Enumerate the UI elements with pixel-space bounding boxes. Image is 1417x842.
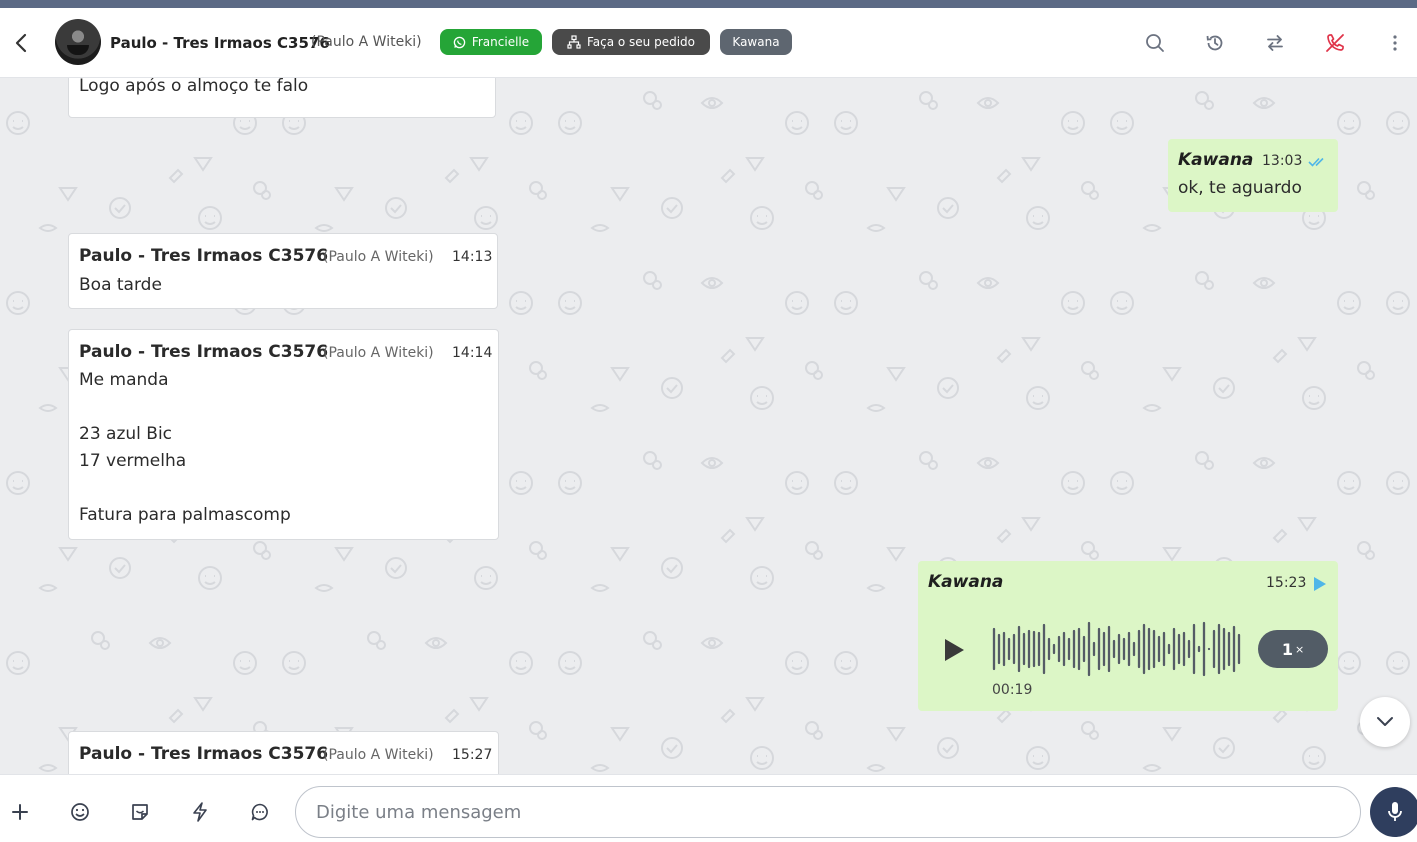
tag-agent-label: Francielle	[471, 35, 530, 49]
message-incoming[interactable]: Paulo - Tres Irmaos C3576 (Paulo A Witek…	[68, 233, 498, 309]
audio-waveform[interactable]	[992, 617, 1242, 681]
whatsapp-icon	[453, 36, 466, 48]
play-button[interactable]	[938, 634, 970, 666]
message-sender-sub: (Paulo A Witeki)	[323, 249, 434, 265]
top-accent-bar	[0, 0, 1417, 8]
lightning-icon	[193, 802, 207, 822]
contact-subname: (Paulo A Witeki)	[311, 34, 422, 50]
chat-bubble-icon	[251, 803, 268, 821]
chat-area[interactable]: Logo após o almoço te falo Kawana 13:03 …	[0, 78, 1417, 774]
attach-button[interactable]	[7, 799, 33, 825]
play-icon	[945, 639, 964, 661]
flow-icon	[567, 35, 581, 49]
sticker-button[interactable]	[127, 799, 153, 825]
back-button[interactable]	[8, 30, 34, 56]
message-incoming[interactable]: Paulo - Tres Irmaos C3576 (Paulo A Witek…	[68, 731, 499, 774]
message-sender: Kawana	[1178, 150, 1254, 170]
transfer-icon	[1267, 35, 1283, 51]
more-options-button[interactable]	[1382, 30, 1408, 56]
tag-flow-label: Faça o seu pedido	[586, 35, 696, 49]
sticker-icon	[132, 804, 148, 820]
tag-flow[interactable]: Faça o seu pedido	[552, 29, 710, 55]
message-sender: Paulo - Tres Irmaos C3576	[79, 246, 329, 266]
history-icon	[1206, 35, 1223, 51]
tag-user[interactable]: Kawana	[720, 29, 792, 55]
tag-agent[interactable]: Francielle	[440, 29, 542, 55]
chevron-down-icon	[1377, 717, 1393, 726]
message-text: Logo após o almoço te falo	[79, 78, 309, 96]
message-sender: Paulo - Tres Irmaos C3576	[79, 342, 329, 362]
double-check-icon	[1308, 157, 1324, 167]
chevron-left-icon	[15, 33, 27, 53]
history-button[interactable]	[1202, 30, 1228, 56]
search-icon	[1146, 34, 1164, 52]
message-time: 14:13	[452, 249, 493, 265]
plus-icon	[12, 804, 28, 820]
message-outgoing[interactable]: Kawana 13:03 ok, te aguardo	[1168, 139, 1338, 212]
chat-templates-button[interactable]	[247, 799, 273, 825]
message-outgoing-audio[interactable]: Kawana 15:23 00:19 1 ×	[918, 561, 1338, 711]
composer-bar	[0, 774, 1417, 842]
avatar[interactable]	[55, 19, 101, 65]
message-time: 13:03	[1262, 153, 1303, 169]
sent-audio-icon	[1314, 577, 1326, 591]
message-time: 15:23	[1266, 575, 1307, 591]
transfer-button[interactable]	[1262, 30, 1288, 56]
tag-user-label: Kawana	[732, 35, 780, 49]
playback-speed-value: 1	[1281, 639, 1293, 659]
search-button[interactable]	[1142, 30, 1168, 56]
emoji-button[interactable]	[67, 799, 93, 825]
playback-speed-button[interactable]: 1 ×	[1258, 630, 1328, 668]
message-text: Boa tarde	[79, 275, 162, 295]
message-text: ok, te aguardo	[1178, 178, 1302, 198]
message-input[interactable]	[295, 786, 1361, 838]
message-sender-sub: (Paulo A Witeki)	[323, 345, 434, 361]
message-sender: Kawana	[928, 572, 1004, 592]
scroll-to-bottom-button[interactable]	[1360, 697, 1410, 747]
message-text: Me manda 23 azul Bic 17 vermelha Fatura …	[79, 370, 291, 525]
record-audio-button[interactable]	[1370, 787, 1417, 837]
end-call-button[interactable]	[1322, 30, 1348, 56]
message-time: 15:27	[452, 747, 493, 763]
playback-speed-suffix: ×	[1294, 642, 1305, 656]
message-sender-sub: (Paulo A Witeki)	[323, 747, 434, 763]
quick-reply-button[interactable]	[187, 799, 213, 825]
message-sender: Paulo - Tres Irmaos C3576	[79, 744, 329, 764]
chat-header: Paulo - Tres Irmaos C3576 (Paulo A Witek…	[0, 8, 1417, 78]
audio-duration: 00:19	[992, 682, 1033, 698]
emoji-icon	[71, 803, 89, 821]
phone-off-icon	[1326, 34, 1344, 52]
contact-name[interactable]: Paulo - Tres Irmaos C3576	[110, 34, 330, 52]
message-incoming[interactable]: Logo após o almoço te falo	[68, 78, 496, 118]
more-vertical-icon	[1393, 35, 1397, 51]
message-incoming[interactable]: Paulo - Tres Irmaos C3576 (Paulo A Witek…	[68, 329, 499, 540]
microphone-icon	[1388, 802, 1402, 821]
message-time: 14:14	[452, 345, 493, 361]
